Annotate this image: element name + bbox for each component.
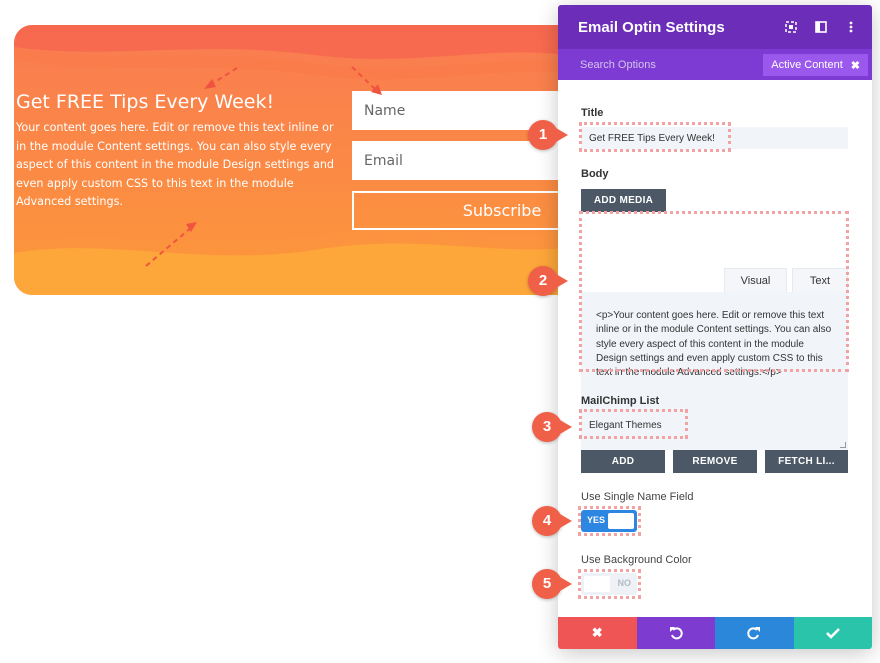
- fetch-lists-button[interactable]: FETCH LI...: [765, 450, 848, 473]
- optin-title: Get FREE Tips Every Week!: [16, 91, 275, 113]
- undo-icon: [669, 627, 683, 640]
- panel-footer: ✖: [558, 617, 872, 649]
- email-optin-module: Get FREE Tips Every Week! Your content g…: [14, 25, 614, 295]
- callout-badge-4: 4: [532, 506, 572, 536]
- callout-badge-3: 3: [532, 412, 572, 442]
- redo-icon: [747, 627, 761, 640]
- callout-badge-5: 5: [532, 569, 572, 599]
- more-icon[interactable]: [836, 5, 866, 49]
- discard-button[interactable]: ✖: [558, 617, 637, 649]
- highlight-title: [579, 122, 731, 152]
- highlight-bg-color: [578, 569, 641, 599]
- highlight-body: [579, 211, 849, 372]
- expand-icon[interactable]: [776, 5, 806, 49]
- optin-body-text: Your content goes here. Edit or remove t…: [16, 121, 335, 208]
- highlight-mailchimp: [579, 409, 688, 439]
- single-name-label: Use Single Name Field: [581, 491, 694, 503]
- remove-button[interactable]: REMOVE: [673, 450, 757, 473]
- panel-subheader: Search Options Active Content ✖: [558, 49, 872, 80]
- save-button[interactable]: [793, 617, 872, 649]
- add-button[interactable]: ADD: [581, 450, 665, 473]
- callout-badge-2: 2: [528, 266, 568, 296]
- panel-title: Email Optin Settings: [578, 18, 725, 36]
- active-content-filter[interactable]: Active Content ✖: [763, 54, 868, 76]
- discard-icon: ✖: [591, 625, 603, 640]
- redo-button[interactable]: [715, 617, 794, 649]
- resize-handle-icon[interactable]: [840, 442, 846, 448]
- save-icon: [825, 628, 840, 639]
- mailchimp-label: MailChimp List: [581, 395, 660, 407]
- close-icon[interactable]: ✖: [851, 59, 860, 72]
- callout-badge-1: 1: [528, 120, 568, 150]
- search-options-input[interactable]: Search Options: [580, 59, 656, 71]
- title-label: Title: [581, 107, 604, 119]
- body-label: Body: [581, 168, 609, 180]
- highlight-single-name: [578, 506, 641, 536]
- split-view-icon[interactable]: [806, 5, 836, 49]
- active-content-label: Active Content: [771, 59, 843, 71]
- undo-button[interactable]: [636, 617, 715, 649]
- panel-header: Email Optin Settings: [558, 5, 872, 49]
- settings-panel: Email Optin Settings Search Options Acti…: [558, 5, 872, 649]
- add-media-button[interactable]: ADD MEDIA: [581, 189, 666, 212]
- bg-color-label: Use Background Color: [581, 554, 692, 566]
